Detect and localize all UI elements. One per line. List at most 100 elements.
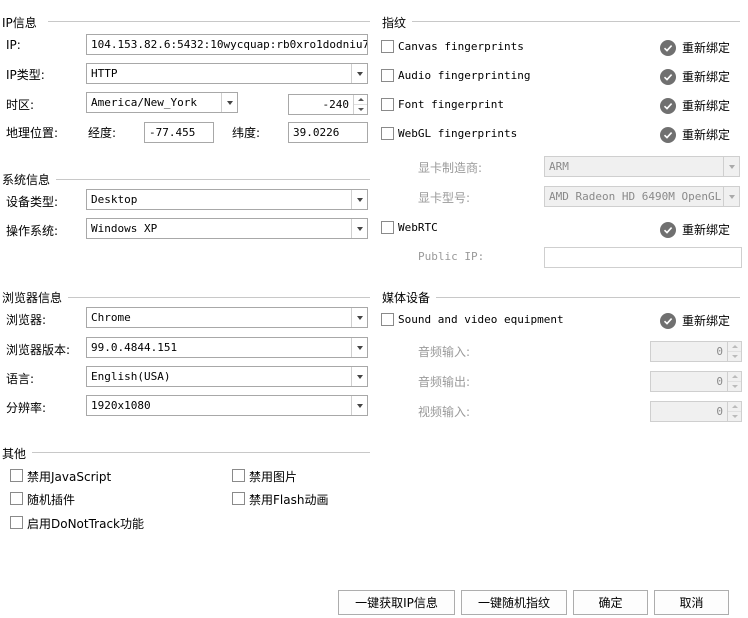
sound-video-checkbox[interactable] [381, 313, 394, 326]
os-dropdown-button[interactable] [351, 219, 367, 238]
font-rebind-button[interactable]: 重新绑定 [660, 97, 730, 114]
spin-up-icon[interactable] [728, 402, 741, 412]
system-section-title: 系统信息 [2, 173, 51, 187]
public-ip-label: Public IP: [418, 250, 485, 263]
webgl-fingerprint-label[interactable]: WebGL fingerprints [398, 127, 517, 140]
spin-down-icon[interactable] [728, 412, 741, 421]
media-rebind-button[interactable]: 重新绑定 [660, 312, 730, 329]
timezone-dropdown-button[interactable] [221, 93, 237, 112]
random-plugins-label[interactable]: 随机插件 [27, 491, 75, 508]
timezone-offset-spinner[interactable] [353, 95, 367, 114]
device-type-label: 设备类型: [6, 195, 59, 209]
webgl-fingerprint-checkbox[interactable] [381, 127, 394, 140]
disable-images-label[interactable]: 禁用图片 [249, 468, 297, 485]
spin-down-icon[interactable] [728, 352, 741, 361]
chevron-down-icon [356, 315, 363, 320]
audio-input-label: 音频输入: [418, 345, 471, 359]
rebind-label: 重新绑定 [682, 70, 731, 84]
device-type-value: Desktop [91, 193, 138, 206]
do-not-track-checkbox[interactable] [10, 516, 23, 529]
check-circle-icon [660, 312, 676, 329]
ip-input[interactable]: 104.153.82.6:5432:10wycquap:rb0xro1dodni… [86, 34, 368, 55]
disable-images-checkbox[interactable] [232, 469, 245, 482]
rebind-label: 重新绑定 [682, 128, 731, 142]
browser-dropdown-button[interactable] [351, 308, 367, 327]
do-not-track-label[interactable]: 启用DoNotTrack功能 [27, 515, 144, 532]
disable-flash-checkbox[interactable] [232, 492, 245, 505]
disable-flash-label[interactable]: 禁用Flash动画 [249, 491, 328, 508]
browser-value: Chrome [91, 311, 131, 324]
spin-up-icon[interactable] [728, 342, 741, 352]
sound-video-label[interactable]: Sound and video equipment [398, 313, 564, 326]
gpu-vendor-select[interactable]: ARM [544, 156, 740, 177]
audio-input-spinner[interactable] [727, 342, 741, 361]
get-ip-info-button[interactable]: 一键获取IP信息 [338, 590, 455, 615]
random-plugins-checkbox[interactable] [10, 492, 23, 505]
audio-output-spinner[interactable] [727, 372, 741, 391]
other-section-divider [32, 452, 370, 453]
longitude-input[interactable]: -77.455 [144, 122, 214, 143]
resolution-dropdown-button[interactable] [351, 396, 367, 415]
ok-button[interactable]: 确定 [573, 590, 648, 615]
language-dropdown-button[interactable] [351, 367, 367, 386]
canvas-rebind-button[interactable]: 重新绑定 [660, 39, 730, 56]
check-circle-icon [660, 126, 676, 143]
random-fingerprint-button[interactable]: 一键随机指纹 [461, 590, 567, 615]
font-fingerprint-checkbox[interactable] [381, 98, 394, 111]
fingerprint-section-title: 指纹 [382, 16, 407, 30]
os-select[interactable]: Windows XP [86, 218, 368, 239]
browser-version-dropdown-button[interactable] [351, 338, 367, 357]
device-type-dropdown-button[interactable] [351, 190, 367, 209]
canvas-fingerprint-checkbox[interactable] [381, 40, 394, 53]
ip-type-select[interactable]: HTTP [86, 63, 368, 84]
browser-section-title: 浏览器信息 [2, 291, 63, 305]
webgl-rebind-button[interactable]: 重新绑定 [660, 126, 730, 143]
public-ip-input[interactable] [544, 247, 742, 268]
audio-rebind-button[interactable]: 重新绑定 [660, 68, 730, 85]
resolution-select[interactable]: 1920x1080 [86, 395, 368, 416]
webrtc-rebind-button[interactable]: 重新绑定 [660, 221, 730, 238]
audio-fingerprint-label[interactable]: Audio fingerprinting [398, 69, 530, 82]
browser-label: 浏览器: [6, 313, 47, 327]
disable-javascript-label[interactable]: 禁用JavaScript [27, 468, 111, 485]
rebind-label: 重新绑定 [682, 41, 731, 55]
gpu-vendor-label: 显卡制造商: [418, 161, 483, 175]
gpu-model-dropdown-button[interactable] [723, 187, 739, 206]
resolution-value: 1920x1080 [91, 399, 151, 412]
gpu-vendor-dropdown-button[interactable] [723, 157, 739, 176]
browser-section-divider [68, 297, 370, 298]
device-type-select[interactable]: Desktop [86, 189, 368, 210]
video-input-spinbox[interactable]: 0 [650, 401, 742, 422]
audio-fingerprint-checkbox[interactable] [381, 69, 394, 82]
browser-version-value: 99.0.4844.151 [91, 341, 178, 354]
webrtc-label[interactable]: WebRTC [398, 221, 438, 234]
ip-type-dropdown-button[interactable] [351, 64, 367, 83]
timezone-select[interactable]: America/New_York [86, 92, 238, 113]
audio-output-label: 音频输出: [418, 375, 471, 389]
spin-down-icon[interactable] [728, 382, 741, 391]
language-value: English(USA) [91, 370, 171, 383]
other-section-title: 其他 [2, 447, 27, 461]
language-select[interactable]: English(USA) [86, 366, 368, 387]
gpu-model-select[interactable]: AMD Radeon HD 6490M OpenGL E [544, 186, 740, 207]
browser-version-select[interactable]: 99.0.4844.151 [86, 337, 368, 358]
latitude-input[interactable]: 39.0226 [288, 122, 368, 143]
disable-javascript-checkbox[interactable] [10, 469, 23, 482]
media-section-title: 媒体设备 [382, 291, 431, 305]
browser-select[interactable]: Chrome [86, 307, 368, 328]
ip-type-value: HTTP [91, 67, 118, 80]
os-label: 操作系统: [6, 224, 59, 238]
video-input-spinner[interactable] [727, 402, 741, 421]
webrtc-checkbox[interactable] [381, 221, 394, 234]
cancel-button[interactable]: 取消 [654, 590, 729, 615]
font-fingerprint-label[interactable]: Font fingerprint [398, 98, 504, 111]
spin-up-icon[interactable] [354, 95, 367, 105]
canvas-fingerprint-label[interactable]: Canvas fingerprints [398, 40, 524, 53]
resolution-label: 分辨率: [6, 401, 47, 415]
chevron-down-icon [356, 226, 363, 231]
audio-output-spinbox[interactable]: 0 [650, 371, 742, 392]
timezone-offset-spinbox[interactable]: -240 [288, 94, 368, 115]
spin-up-icon[interactable] [728, 372, 741, 382]
audio-input-spinbox[interactable]: 0 [650, 341, 742, 362]
spin-down-icon[interactable] [354, 105, 367, 114]
